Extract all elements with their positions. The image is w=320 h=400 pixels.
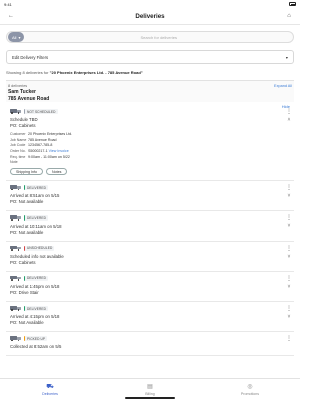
more-options-icon[interactable]: ⋮ <box>286 245 292 252</box>
delivery-card[interactable]: DELIVERED Arrived at 4:15pm on 5/18 PO: … <box>6 302 294 333</box>
more-options-icon[interactable]: ⋮ <box>286 305 292 312</box>
chevron-down-icon: ▾ <box>285 54 288 60</box>
detail-value: 20 Phoenix Enterprises Ltd. <box>28 132 73 137</box>
bottom-tab-bar: ⛟ Deliveries ▤ Billing ◎ Promotions <box>0 378 300 400</box>
billing-icon: ▤ <box>147 383 153 390</box>
delivery-list: NOT SCHEDULED Schedule TBD PO: Cabinets … <box>6 105 294 357</box>
order-number: S5000217-1 <box>28 148 48 153</box>
back-arrow-icon[interactable]: ← <box>6 11 16 21</box>
truck-icon <box>10 185 21 191</box>
edit-filters-button[interactable]: Edit Delivery Filters ▾ <box>6 50 294 64</box>
results-summary-prefix: Showing 8 deliveries for <box>6 70 50 75</box>
shipping-info-button[interactable]: Shipping Info <box>10 168 43 176</box>
chevron-down-icon[interactable]: ˅ <box>286 193 292 199</box>
search-bar: All ▾ Search for deliveries <box>6 31 294 43</box>
home-icon[interactable]: ⌂ <box>284 11 294 21</box>
tab-promotions[interactable]: ◎ Promotions <box>200 379 300 400</box>
delivery-card[interactable]: DELIVERED Arrived at 1:45pm on 5/18 PO: … <box>6 272 294 302</box>
truck-icon: ⛟ <box>46 383 54 390</box>
truck-icon <box>10 245 21 251</box>
po-text: PO: Drive Stair <box>10 289 39 295</box>
status-badge: UNSCHEDULED <box>24 245 55 251</box>
page-title: Deliveries <box>135 12 165 20</box>
po-text: PO: Cabinets <box>10 123 36 129</box>
job-address: 785 Avenue Road <box>8 96 50 102</box>
search-scope-dropdown[interactable]: All ▾ <box>8 32 25 42</box>
top-bar: ← Deliveries ⌂ <box>0 8 300 25</box>
truck-icon <box>10 109 21 115</box>
truck-icon <box>10 215 21 221</box>
chevron-up-icon[interactable]: ˄ <box>286 117 292 123</box>
more-options-icon[interactable]: ⋮ <box>286 108 292 115</box>
tab-deliveries[interactable]: ⛟ Deliveries <box>0 379 100 400</box>
truck-icon <box>10 306 21 312</box>
detail-value: 1234567-785-8 <box>28 143 53 148</box>
po-text: PO: Cabinets <box>10 259 36 265</box>
notes-button[interactable]: Notes <box>45 168 68 176</box>
detail-value: 9:00am - 11:00am on 5/22 <box>28 154 70 159</box>
detail-value: 785 Avenue Road <box>28 137 57 142</box>
status-badge: DELIVERED <box>24 305 48 312</box>
chevron-down-icon[interactable]: ˅ <box>286 223 292 229</box>
status-bar: 9:41 <box>0 0 300 8</box>
chevron-down-icon[interactable]: ˅ <box>286 284 292 290</box>
detail-label: Job Name <box>10 137 27 142</box>
delivery-card[interactable]: DELIVERED Arrived at 8:51am on 5/15 PO: … <box>6 181 294 212</box>
battery-icon <box>289 2 296 6</box>
view-invoice-link[interactable]: View Invoice <box>49 149 69 153</box>
po-text: PO: Not available <box>10 199 44 205</box>
chevron-down-icon: ▾ <box>18 34 21 40</box>
tab-label: Deliveries <box>42 391 58 396</box>
status-badge: PICKED UP <box>24 336 48 342</box>
search-input[interactable]: Search for deliveries <box>24 35 293 40</box>
edit-filters-label: Edit Delivery Filters <box>12 54 49 60</box>
status-badge: NOT SCHEDULED <box>24 109 58 115</box>
detail-label: Note <box>10 160 18 165</box>
po-text: PO: Not available <box>10 229 44 235</box>
status-badge: DELIVERED <box>24 185 48 191</box>
tab-label: Promotions <box>240 391 260 396</box>
chevron-down-icon[interactable]: ˅ <box>286 314 292 320</box>
tab-label: Billing <box>145 391 155 396</box>
detail-label: Order No. <box>10 148 26 153</box>
home-indicator <box>125 397 175 399</box>
delivery-details: Customer 20 Phoenix Enterprises Ltd. Job … <box>10 132 290 164</box>
results-summary: Showing 8 deliveries for "20 Phoenix Ent… <box>6 70 294 75</box>
detail-label: Customer <box>10 132 26 137</box>
delivery-card[interactable]: UNSCHEDULED Scheduled info not available… <box>6 242 294 272</box>
detail-value <box>28 160 290 164</box>
promotions-icon: ◎ <box>247 383 253 390</box>
detail-value: S5000217-1 View Invoice <box>28 149 290 153</box>
more-options-icon[interactable]: ⋮ <box>286 275 292 282</box>
customer-name: Sam Tucker <box>8 89 36 95</box>
truck-icon <box>10 275 21 281</box>
job-panel: 8 deliveries Expand All Sam Tucker 785 A… <box>6 80 294 102</box>
truck-icon <box>10 336 21 342</box>
detail-label: Req. time <box>10 154 26 159</box>
results-summary-location: "20 Phoenix Enterprises Ltd. - 785 Avenu… <box>49 70 143 75</box>
expand-all-link[interactable]: Expand All <box>274 84 292 88</box>
delivery-card[interactable]: NOT SCHEDULED Schedule TBD PO: Cabinets … <box>6 105 294 182</box>
delivery-card[interactable]: PICKED UP Collected at 8:52am on 5/5 ⋮ <box>6 332 294 357</box>
status-badge: DELIVERED <box>24 275 48 281</box>
delivery-card[interactable]: DELIVERED Arrived at 10:11am on 5/18 PO:… <box>6 211 294 242</box>
detail-label: Job Code <box>10 143 26 148</box>
more-options-icon[interactable]: ⋮ <box>286 214 292 221</box>
more-options-icon[interactable]: ⋮ <box>286 335 292 342</box>
delivery-count: 8 deliveries <box>8 84 28 88</box>
collected-text: Collected at 8:52am on 5/5 <box>10 344 62 350</box>
more-options-icon[interactable]: ⋮ <box>286 184 292 191</box>
po-text: PO: Not Available <box>10 320 44 326</box>
search-scope-label: All <box>12 34 17 40</box>
status-time: 9:41 <box>4 1 12 7</box>
status-badge: DELIVERED <box>24 215 48 221</box>
chevron-down-icon[interactable]: ˅ <box>286 254 292 260</box>
